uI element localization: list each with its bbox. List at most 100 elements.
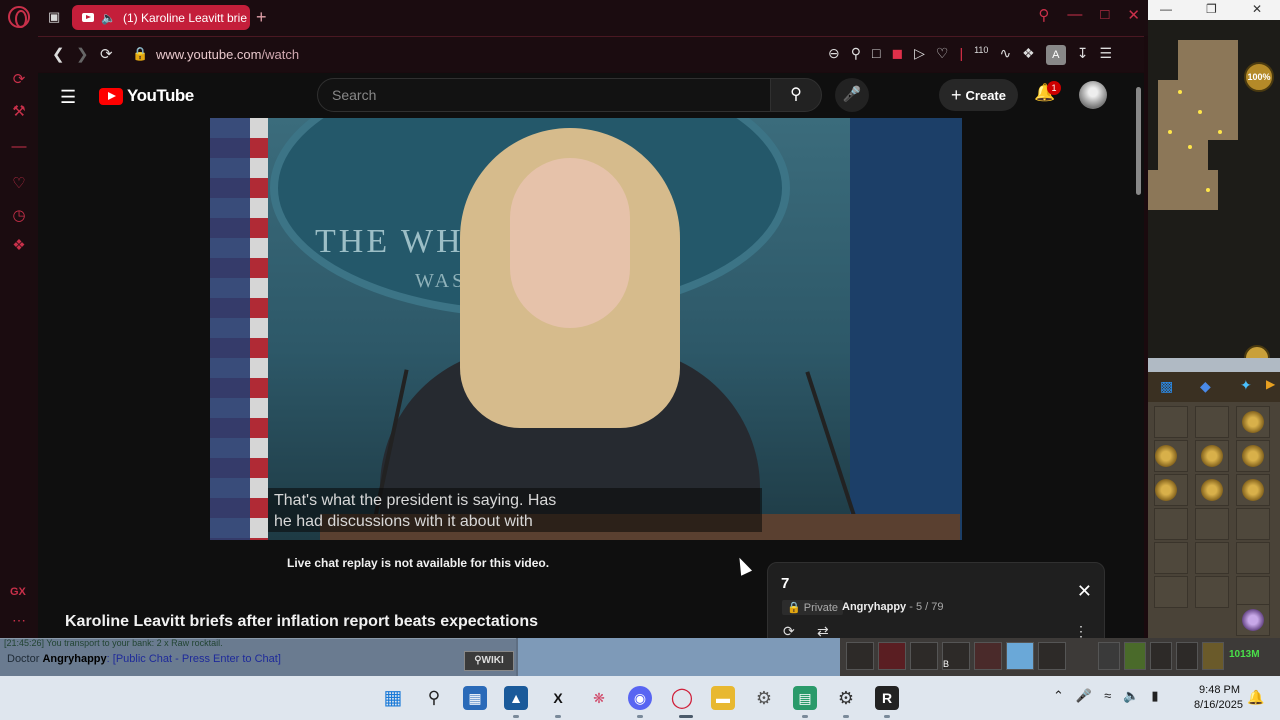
restore-button[interactable]: ❐ bbox=[1206, 2, 1217, 16]
audio-icon[interactable]: ∿ bbox=[999, 45, 1011, 65]
search-icon[interactable]: ⚲ bbox=[422, 686, 446, 710]
inventory-item-icon[interactable] bbox=[1242, 411, 1264, 433]
magic-icon[interactable]: ✦ bbox=[1240, 377, 1252, 394]
shuffle-icon[interactable]: ⇄ bbox=[817, 623, 829, 638]
minimize-button[interactable]: — bbox=[1160, 2, 1172, 16]
chevron-up-icon[interactable]: ⌃ bbox=[1053, 688, 1064, 704]
url-field[interactable]: www.youtube.com/watch bbox=[156, 47, 299, 62]
money-pouch[interactable]: 1013M bbox=[1229, 649, 1260, 660]
download-icon[interactable]: ↧ bbox=[1077, 45, 1089, 65]
inventory-item-icon[interactable] bbox=[1201, 445, 1223, 467]
video-player[interactable]: THE WHITE HOUSE WASH That's what the pre… bbox=[210, 118, 962, 540]
search-input[interactable]: Search bbox=[317, 78, 771, 112]
loop-icon[interactable]: ⟳ bbox=[783, 623, 795, 638]
file-explorer-icon[interactable]: ▬ bbox=[711, 686, 735, 710]
page-scrollbar[interactable] bbox=[1133, 73, 1143, 638]
menu-icon[interactable]: ☰ bbox=[1099, 45, 1112, 65]
quest-icon[interactable]: ◆ bbox=[1200, 378, 1211, 395]
search-tabs-icon[interactable]: ⚲ bbox=[1038, 6, 1049, 24]
more-icon[interactable]: ⋯ bbox=[12, 612, 26, 629]
action-slot[interactable] bbox=[878, 642, 906, 670]
microphone-icon[interactable]: 🎤 bbox=[1076, 688, 1092, 704]
opera-logo-icon[interactable] bbox=[8, 6, 30, 28]
steam-icon[interactable]: ⚙ bbox=[834, 686, 858, 710]
discord-icon[interactable]: ◉ bbox=[628, 686, 652, 710]
create-button[interactable]: + Create bbox=[939, 79, 1018, 111]
speaker-icon[interactable]: 🔈 bbox=[101, 11, 116, 25]
inventory-item-icon[interactable] bbox=[1242, 609, 1264, 631]
compass-icon[interactable] bbox=[1124, 642, 1146, 670]
lock-icon[interactable] bbox=[1176, 642, 1198, 670]
playlist-title[interactable]: 7 bbox=[781, 575, 789, 592]
battery-icon[interactable]: ▮ bbox=[1151, 688, 1158, 704]
youtube-logo[interactable]: YouTube bbox=[99, 86, 194, 106]
account-avatar[interactable] bbox=[1079, 81, 1107, 109]
action-slot[interactable] bbox=[1038, 642, 1066, 670]
new-tab-button[interactable]: + bbox=[256, 7, 267, 28]
volume-icon[interactable]: 🔈 bbox=[1123, 688, 1139, 704]
gx-control-icon[interactable]: ⟳ bbox=[10, 70, 28, 88]
notepad-icon[interactable]: ▤ bbox=[793, 686, 817, 710]
wifi-icon[interactable]: ≈ bbox=[1104, 688, 1111, 704]
calculator-icon[interactable] bbox=[1150, 642, 1172, 670]
bookmark-heart-icon[interactable]: ♡ bbox=[936, 45, 949, 65]
coins-icon[interactable] bbox=[1202, 642, 1224, 670]
chat-panel[interactable]: [21:45:26] You transport to your bank: 2… bbox=[0, 638, 516, 676]
x-app-icon[interactable]: X bbox=[546, 686, 570, 710]
chat-input[interactable]: Doctor Angryhappy: [Public Chat - Press … bbox=[7, 653, 281, 665]
search-button[interactable]: ⚲ bbox=[770, 78, 822, 112]
voice-search-button[interactable]: 🎤 bbox=[835, 78, 869, 112]
action-slot[interactable] bbox=[846, 642, 874, 670]
affinity-icon[interactable]: ❋ bbox=[587, 686, 611, 710]
action-slot[interactable] bbox=[910, 642, 938, 670]
heart-icon[interactable]: ♡ bbox=[10, 174, 28, 192]
action-slot[interactable] bbox=[974, 642, 1002, 670]
inventory-item-icon[interactable] bbox=[1155, 479, 1177, 501]
history-icon[interactable]: ◷ bbox=[10, 206, 28, 224]
lock-icon[interactable]: 🔒 bbox=[132, 46, 148, 62]
back-button[interactable]: ❮ bbox=[52, 45, 65, 63]
profile-avatar[interactable]: A bbox=[1045, 45, 1066, 65]
clock[interactable]: 9:48 PM 8/16/2025 bbox=[1194, 683, 1243, 713]
close-button[interactable]: ✕ bbox=[1127, 6, 1140, 24]
stats-icon[interactable]: ▩ bbox=[1160, 378, 1173, 395]
settings-gear-icon[interactable]: ⚙ bbox=[752, 686, 776, 710]
action-slot[interactable]: B bbox=[942, 642, 970, 670]
snapshot-icon[interactable]: □ bbox=[872, 45, 880, 65]
close-button[interactable]: ✕ bbox=[1252, 2, 1262, 16]
runelite-icon[interactable]: R bbox=[875, 686, 899, 710]
opera-gx-icon[interactable]: ◯ bbox=[670, 686, 694, 710]
minimap[interactable]: 100% bbox=[1148, 20, 1280, 371]
calculator-icon[interactable]: ▦ bbox=[463, 686, 487, 710]
playlist-owner[interactable]: Angryhappy - 5 / 79 bbox=[842, 601, 944, 613]
scroll-thumb[interactable] bbox=[1136, 87, 1141, 195]
extensions-puzzle-icon[interactable]: ❖ bbox=[1022, 45, 1035, 65]
gx-label[interactable]: GX bbox=[10, 586, 26, 598]
hamburger-menu-icon[interactable]: ☰ bbox=[60, 87, 76, 108]
inventory-item-icon[interactable] bbox=[1242, 479, 1264, 501]
wiki-button[interactable]: ⚲WIKI bbox=[464, 651, 514, 671]
zoom-orb[interactable]: 100% bbox=[1244, 62, 1274, 92]
photos-icon[interactable]: ▲ bbox=[504, 686, 528, 710]
extensions-icon[interactable]: ❖ bbox=[10, 236, 28, 254]
windows-start-icon[interactable]: ▦ bbox=[381, 686, 405, 710]
gx-corner-icon[interactable]: ⚒ bbox=[10, 102, 28, 120]
pocket-icon[interactable]: ◼ bbox=[891, 45, 903, 65]
inventory-item-icon[interactable] bbox=[1155, 445, 1177, 467]
action-slot[interactable] bbox=[1006, 642, 1034, 670]
minimize-button[interactable]: — bbox=[1067, 6, 1082, 24]
maximize-button[interactable]: □ bbox=[1100, 6, 1109, 24]
notification-bell-icon[interactable]: 🔔 bbox=[1247, 689, 1264, 706]
forward-button[interactable]: ❯ bbox=[76, 45, 89, 63]
tab-youtube[interactable]: 🔈 (1) Karoline Leavitt brie bbox=[72, 5, 250, 30]
inventory-item-icon[interactable] bbox=[1242, 445, 1264, 467]
reload-button[interactable]: ⟳ bbox=[100, 45, 113, 63]
pin-icon[interactable]: ⚲ bbox=[851, 45, 861, 65]
arrow-right-icon[interactable]: ▶ bbox=[1266, 377, 1275, 391]
zoom-icon[interactable]: ⊖ bbox=[828, 45, 840, 65]
lightbulb-icon[interactable] bbox=[1098, 642, 1120, 670]
inventory-item-icon[interactable] bbox=[1201, 479, 1223, 501]
send-icon[interactable]: ▷ bbox=[914, 45, 925, 65]
more-options-icon[interactable]: ⋮ bbox=[1074, 623, 1088, 638]
close-playlist-icon[interactable]: ✕ bbox=[1077, 581, 1092, 602]
